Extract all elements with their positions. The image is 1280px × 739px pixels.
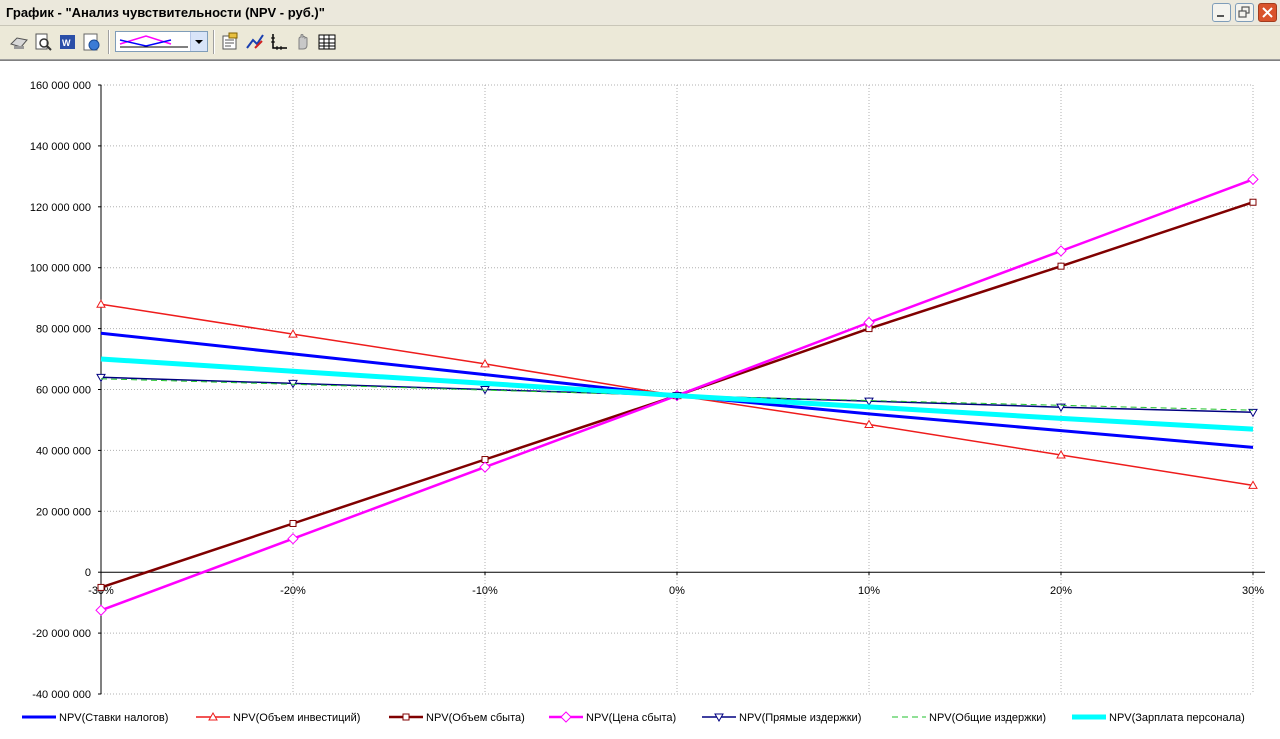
y-tick-label: 140 000 000 (30, 141, 91, 153)
y-tick-label: 120 000 000 (30, 202, 91, 214)
minimize-button[interactable] (1212, 3, 1231, 22)
chart-type-combo[interactable] (115, 31, 208, 52)
data-point (560, 711, 572, 723)
print-preview-icon[interactable] (32, 31, 54, 53)
data-point (97, 583, 105, 591)
legend-label: NPV(Общие издержки) (929, 712, 1046, 724)
legend-item: NPV(Зарплата персонала) (1072, 712, 1245, 724)
hand-icon[interactable] (292, 31, 314, 53)
x-tick-label: 0% (669, 585, 685, 597)
chart-edit-icon[interactable] (244, 31, 266, 53)
legend-label: NPV(Объем инвестиций) (233, 712, 360, 724)
y-tick-label: 40 000 000 (36, 445, 91, 457)
title-bar: График - "Анализ чувствительности (NPV -… (0, 0, 1280, 26)
svg-text:W: W (62, 38, 71, 48)
legend-label: NPV(Прямые издержки) (739, 712, 861, 724)
data-point (402, 713, 410, 721)
toolbar-separator (108, 30, 110, 54)
axes-icon[interactable] (268, 31, 290, 53)
y-tick-label: 160 000 000 (30, 80, 91, 92)
y-tick-label: 20 000 000 (36, 506, 91, 518)
restore-button[interactable] (1235, 3, 1254, 22)
legend-label: NPV(Зарплата персонала) (1109, 712, 1245, 724)
y-tick-label: -40 000 000 (32, 689, 91, 701)
close-button[interactable] (1258, 3, 1277, 22)
toolbar: W (0, 26, 1280, 60)
data-point (1249, 198, 1257, 206)
legend-item: NPV(Ставки налогов) (22, 712, 168, 724)
x-tick-label: 30% (1242, 585, 1264, 597)
y-tick-label: 60 000 000 (36, 385, 91, 397)
legend-item: NPV(Общие издержки) (892, 712, 1046, 724)
properties-icon[interactable] (219, 31, 241, 53)
data-point (289, 519, 297, 527)
toolbar-separator (213, 30, 215, 54)
y-tick-label: 100 000 000 (30, 263, 91, 275)
print-setup-icon[interactable] (8, 31, 30, 53)
chevron-down-icon[interactable] (190, 32, 207, 51)
y-tick-label: -20 000 000 (32, 628, 91, 640)
sensitivity-chart: -40 000 000 -20 000 000 0 20 000 000 40 000 … (22, 80, 1265, 724)
x-tick-label: -10% (472, 585, 498, 597)
legend-label: NPV(Объем сбыта) (426, 712, 525, 724)
y-tick-label: 80 000 000 (36, 324, 91, 336)
x-tick-label: 10% (858, 585, 880, 597)
y-tick-label: 0 (85, 567, 91, 579)
chart-area: -40 000 000 -20 000 000 0 20 000 000 40 000 … (0, 60, 1280, 739)
export-web-icon[interactable] (81, 31, 103, 53)
legend-item: NPV(Объем сбыта) (389, 712, 525, 724)
legend-item: NPV(Прямые издержки) (702, 712, 861, 724)
data-point (1057, 262, 1065, 270)
table-icon[interactable] (316, 31, 338, 53)
legend-item: NPV(Цена сбыта) (549, 711, 676, 724)
window-title: График - "Анализ чувствительности (NPV -… (6, 5, 325, 20)
x-tick-label: -20% (280, 585, 306, 597)
legend-item: NPV(Объем инвестиций) (196, 711, 360, 724)
export-word-icon[interactable]: W (57, 31, 79, 53)
legend-label: NPV(Цена сбыта) (586, 712, 676, 724)
legend-label: NPV(Ставки налогов) (59, 712, 168, 724)
x-tick-label: 20% (1050, 585, 1072, 597)
